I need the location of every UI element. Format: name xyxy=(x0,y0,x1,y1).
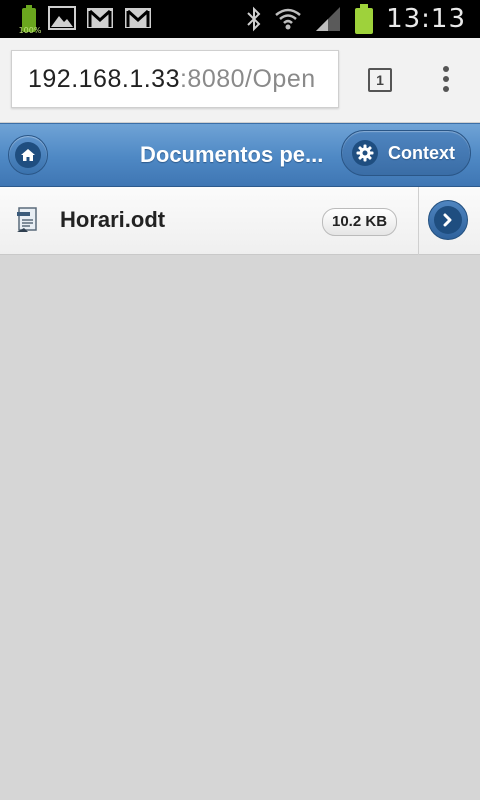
browser-toolbar: 192.168.1.33:8080/Open 1 xyxy=(0,38,480,123)
image-icon xyxy=(48,6,76,30)
url-path: :8080/Open xyxy=(179,64,316,93)
context-label: Context xyxy=(388,142,455,163)
wifi-icon xyxy=(275,8,301,30)
overflow-menu-icon[interactable] xyxy=(438,66,454,94)
page-title: Documentos pe... xyxy=(140,142,324,167)
home-button[interactable] xyxy=(8,135,48,175)
file-name: Horari.odt xyxy=(60,207,166,232)
document-icon xyxy=(17,207,37,232)
url-field[interactable]: 192.168.1.33:8080/Open xyxy=(11,50,339,108)
open-details-button[interactable] xyxy=(428,200,468,240)
url-host: 192.168.1.33 xyxy=(28,64,180,93)
home-icon xyxy=(15,142,41,168)
status-bar: 100% 13:13 xyxy=(0,0,480,38)
notification-icons: 100% xyxy=(19,4,152,35)
list-item[interactable]: Horari.odt 10.2 KB xyxy=(0,187,480,255)
divider xyxy=(418,187,419,255)
battery-percent: 100% xyxy=(18,26,42,35)
gmail-icon xyxy=(87,8,113,28)
gear-icon xyxy=(352,140,378,166)
chevron-right-icon xyxy=(434,206,462,234)
file-size-badge: 10.2 KB xyxy=(322,208,398,236)
system-icons: 13:13 xyxy=(246,4,466,34)
clock: 13:13 xyxy=(386,4,466,34)
bluetooth-icon xyxy=(247,6,261,32)
signal-icon xyxy=(316,7,341,31)
battery-icon xyxy=(354,4,374,34)
context-button[interactable]: Context xyxy=(341,130,471,176)
tab-count: 1 xyxy=(376,72,384,88)
page-header: Documentos pe... Context xyxy=(0,123,480,187)
gmail-icon xyxy=(125,8,151,28)
tabs-button[interactable]: 1 xyxy=(368,68,392,92)
battery-icon: 100% xyxy=(19,4,41,35)
